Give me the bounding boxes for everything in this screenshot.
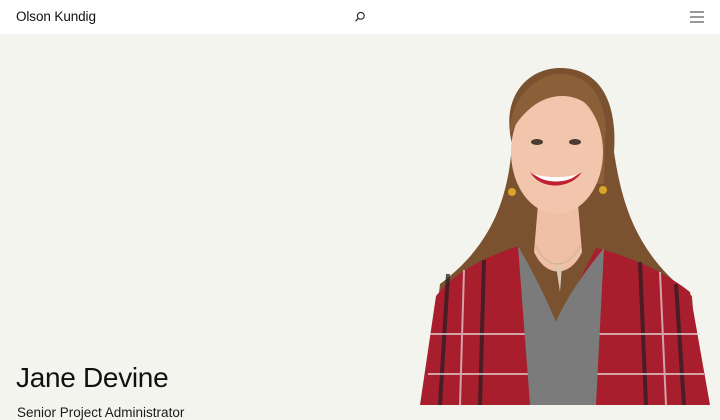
profile-name: Jane Devine — [16, 362, 169, 393]
site-logo[interactable]: Olson Kundig — [16, 9, 96, 24]
hamburger-menu-icon[interactable] — [689, 10, 705, 24]
search-icon[interactable] — [353, 10, 367, 24]
top-navigation-bar: Olson Kundig — [0, 0, 720, 34]
profile-hero: Jane Devine Senior Project Administrator — [0, 34, 720, 420]
profile-job-title: Senior Project Administrator — [17, 405, 185, 420]
profile-portrait — [420, 68, 710, 405]
